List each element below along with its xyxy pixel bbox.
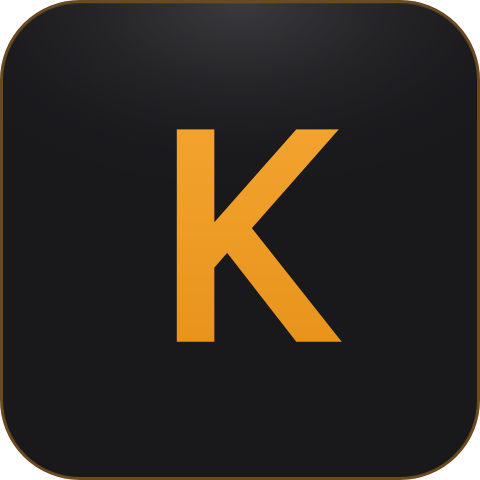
app-icon-letter-text: K xyxy=(240,466,241,468)
app-icon-letter: K xyxy=(3,3,477,477)
app-icon[interactable]: K xyxy=(0,0,480,480)
letter-k-glyph: K xyxy=(176,129,342,468)
